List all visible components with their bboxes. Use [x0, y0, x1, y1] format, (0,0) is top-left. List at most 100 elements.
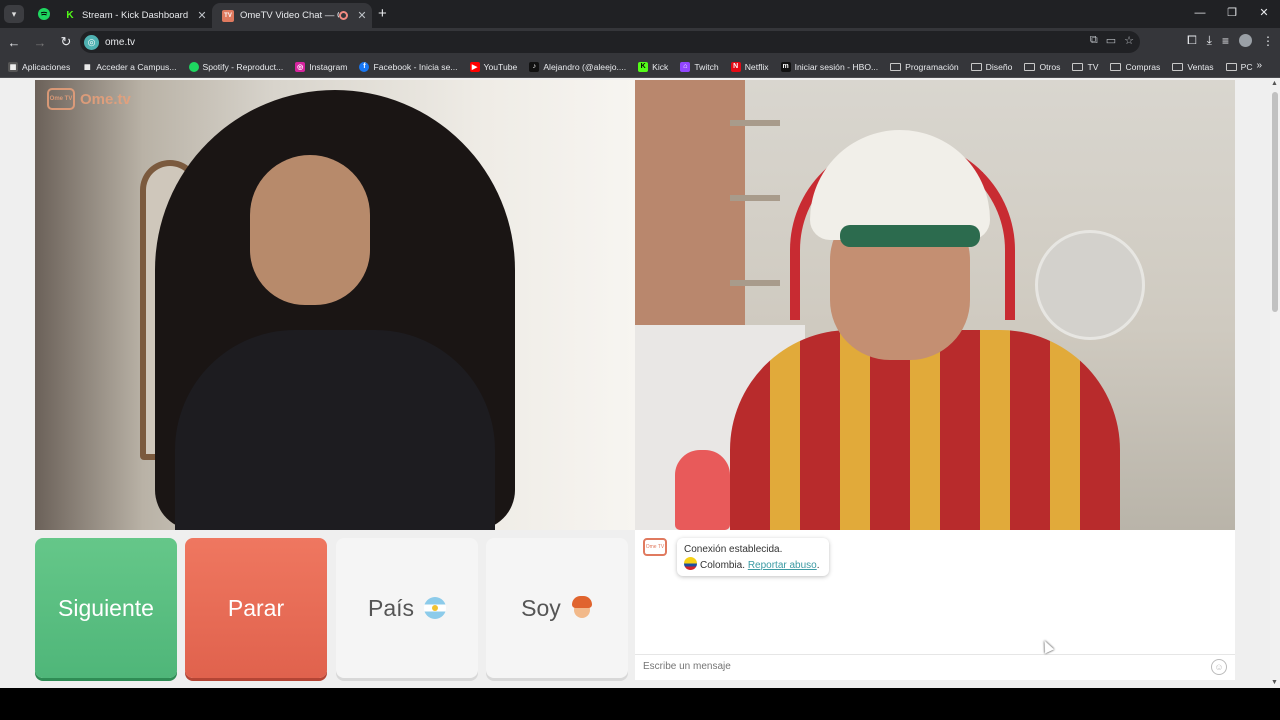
bookmark-spotify[interactable]: Spotify - Reproduct...: [188, 61, 283, 72]
country-button[interactable]: País: [336, 538, 478, 678]
folder-icon: [970, 62, 982, 71]
tab-search-button[interactable]: ▾: [4, 5, 24, 23]
hbo-icon: m: [780, 61, 791, 72]
page-scrollbar[interactable]: ▲ ▼: [1270, 78, 1280, 688]
bookmark-star-icon[interactable]: ☆: [1124, 34, 1134, 47]
video-background-shelf: [730, 120, 780, 126]
bookmarks-overflow-icon[interactable]: »: [1256, 60, 1262, 71]
bookmark-folder-tv[interactable]: TV: [1072, 62, 1098, 72]
chat-panel: Ome TV Conexión establecida. Colombia. R…: [635, 530, 1235, 680]
site-info-icon[interactable]: ◎: [84, 34, 99, 50]
folder-icon: [1024, 62, 1036, 71]
bookmark-kick[interactable]: K Kick: [638, 61, 669, 72]
bookmark-aplicaciones[interactable]: ▦ Aplicaciones: [8, 61, 70, 72]
cap-brim: [840, 225, 980, 247]
bookmark-hbo[interactable]: m Iniciar sesión - HBO...: [780, 61, 878, 72]
profile-avatar[interactable]: [1239, 34, 1252, 47]
netflix-icon: N: [730, 61, 741, 72]
bookmark-label: Netflix: [744, 61, 769, 72]
bookmark-campus[interactable]: ▦ Acceder a Campus...: [82, 61, 177, 72]
next-button[interactable]: Siguiente: [35, 538, 177, 678]
reload-icon[interactable]: ↻: [54, 34, 78, 50]
media-control-icon[interactable]: ≡: [1222, 34, 1229, 48]
self-video: [635, 80, 1235, 530]
translate-icon[interactable]: ⧉: [1090, 34, 1098, 47]
report-abuse-link[interactable]: Reportar abuso: [748, 560, 817, 571]
forward-icon[interactable]: →: [28, 35, 52, 50]
video-background-fan: [1035, 230, 1145, 340]
close-tab-icon[interactable]: ✕: [192, 9, 212, 22]
tab-ometv[interactable]: TV OmeTV Video Chat — Ome ✕: [212, 3, 372, 28]
ometv-icon: TV: [222, 9, 234, 22]
bookmark-label: Kick: [652, 61, 669, 72]
scroll-down-icon[interactable]: ▼: [1271, 679, 1278, 686]
bookmark-folder-ventas[interactable]: Ventas: [1172, 62, 1214, 72]
address-bar[interactable]: ◎ ome.tv ⧉ ▭ ☆: [80, 31, 1140, 53]
self-figure-microphone: [675, 450, 730, 530]
bookmark-label: Acceder a Campus...: [96, 61, 177, 72]
bookmark-label: Facebook - Inicia se...: [373, 61, 458, 72]
bookmark-facebook[interactable]: f Facebook - Inicia se...: [359, 61, 458, 72]
bookmark-folder-programacion[interactable]: Programación: [890, 62, 959, 72]
install-app-icon[interactable]: ▭: [1106, 34, 1116, 47]
connection-status: Conexión establecida.: [684, 544, 783, 555]
self-figure-shirt: [730, 330, 1120, 530]
bookmark-instagram[interactable]: ◎ Instagram: [295, 61, 347, 72]
tab-strip: ▾ K Stream - Kick Dashboard ✕ TV OmeTV V…: [0, 0, 1280, 28]
ometv-chat-icon: Ome TV: [643, 538, 667, 556]
ometv-logo: Ome TV Ome.tv: [47, 88, 131, 110]
restore-icon[interactable]: ❐: [1216, 0, 1248, 28]
bookmark-label: PC: [1240, 61, 1253, 72]
campus-icon: ▦: [82, 61, 93, 72]
facebook-icon: f: [359, 61, 370, 72]
bookmark-label: YouTube: [483, 61, 518, 72]
message-input[interactable]: [643, 661, 1203, 672]
ometv-logo-icon: Ome TV: [47, 88, 75, 110]
bookmark-folder-pc[interactable]: PC: [1225, 61, 1253, 72]
bookmark-folder-compras[interactable]: Compras: [1110, 62, 1160, 72]
self-figure-cap: [810, 130, 990, 247]
bookmark-netflix[interactable]: N Netflix: [730, 61, 769, 72]
bookmark-label: TV: [1087, 61, 1099, 72]
video-background-shelf: [730, 195, 780, 201]
country-name: Colombia.: [700, 560, 746, 571]
stop-button-label: Parar: [227, 594, 285, 621]
menu-icon[interactable]: ⋮: [1262, 34, 1274, 48]
tab-kick-dashboard[interactable]: K Stream - Kick Dashboard ✕: [54, 3, 212, 28]
browser-toolbar: ← → ↻ ◎ ome.tv ⧉ ▭ ☆ ⧠ ⤓ ≡ ⋮: [0, 28, 1280, 56]
ometv-page: Ome TV Ome.tv Siguiente Parar País Soy O…: [0, 78, 1270, 688]
new-tab-button[interactable]: +: [378, 5, 387, 22]
bookmark-label: Diseño: [985, 61, 1013, 72]
extensions-icon[interactable]: ⧠: [1187, 33, 1197, 48]
video-background-shelf: [730, 280, 780, 286]
spotify-icon: [188, 61, 199, 72]
report-suffix: .: [816, 560, 820, 571]
minimize-icon[interactable]: —: [1184, 0, 1216, 28]
colombia-flag-icon: [684, 557, 697, 570]
bookmark-folder-otros[interactable]: Otros: [1024, 62, 1060, 72]
boy-emoji-icon: [571, 596, 593, 620]
pinned-tab-spotify[interactable]: [34, 4, 54, 24]
emoji-icon[interactable]: ☺: [1211, 659, 1227, 675]
folder-icon: [1225, 62, 1237, 71]
kick-icon: K: [66, 10, 74, 21]
scrollbar-thumb[interactable]: [1272, 92, 1278, 312]
close-tab-icon[interactable]: ✕: [352, 9, 372, 22]
bookmark-folder-diseno[interactable]: Diseño: [970, 61, 1013, 72]
stranger-video: Ome TV Ome.tv: [35, 80, 635, 530]
bookmark-twitch[interactable]: ⌂ Twitch: [680, 61, 719, 72]
message-input-row: ☺: [635, 654, 1235, 678]
close-window-icon[interactable]: ✕: [1248, 0, 1280, 28]
scroll-up-icon[interactable]: ▲: [1271, 80, 1278, 87]
bookmark-label: Compras: [1125, 61, 1161, 72]
back-icon[interactable]: ←: [2, 35, 26, 50]
bookmark-tiktok[interactable]: ♪ Alejandro (@aleejo....: [529, 61, 626, 72]
bookmark-label: Otros: [1039, 61, 1061, 72]
folder-icon: [890, 62, 902, 71]
gender-button[interactable]: Soy: [486, 538, 628, 678]
bookmark-youtube[interactable]: ▶ YouTube: [469, 61, 518, 72]
stranger-figure-face: [250, 155, 370, 305]
download-icon[interactable]: ⤓: [1207, 33, 1212, 48]
stop-button[interactable]: Parar: [185, 538, 327, 678]
window-controls: — ❐ ✕: [1184, 0, 1280, 28]
